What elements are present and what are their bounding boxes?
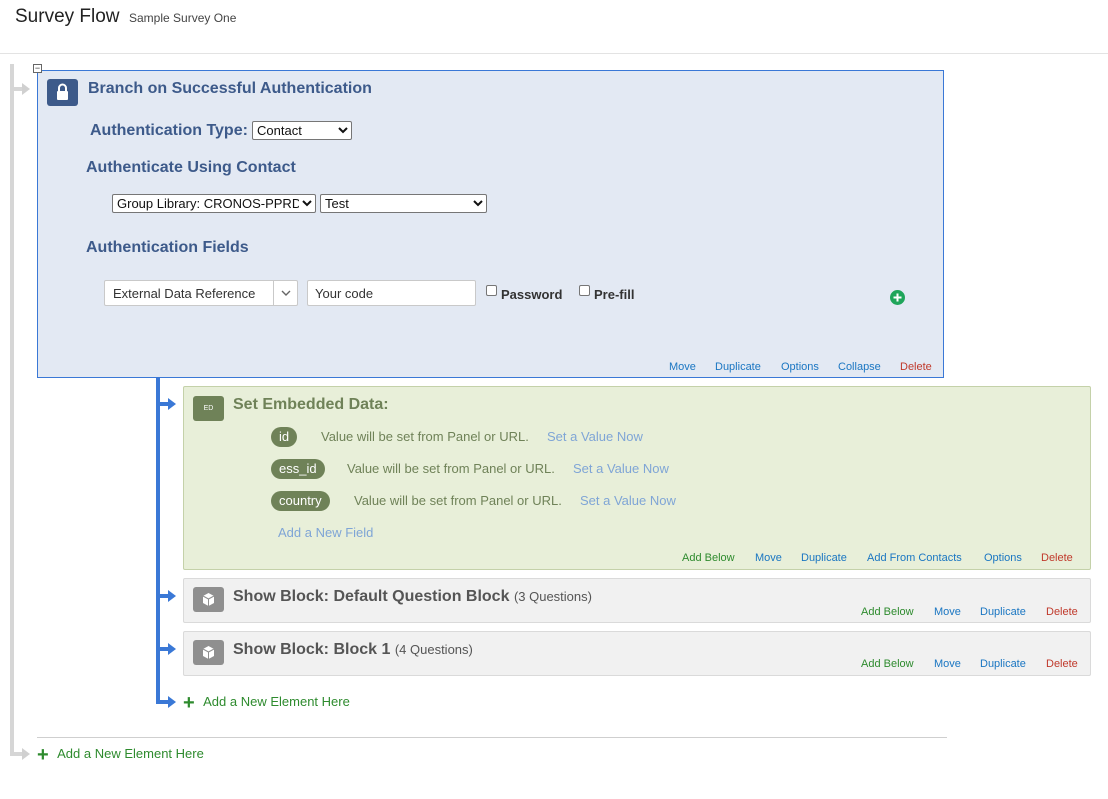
set-value-link[interactable]: Set a Value Now (573, 461, 669, 476)
block-move-link[interactable]: Move (934, 606, 961, 618)
block-add-below-link[interactable]: Add Below (861, 658, 914, 670)
add-new-field-link[interactable]: Add a New Field (278, 525, 373, 540)
add-field-plus-icon[interactable] (889, 289, 906, 306)
branch-move-link[interactable]: Move (669, 361, 696, 373)
inner-flow-connector-3 (156, 647, 168, 651)
collapse-toggle[interactable]: − (33, 64, 42, 73)
prefill-checkbox[interactable] (579, 285, 590, 296)
inner-flow-connector-2 (156, 594, 168, 598)
branch-badge (47, 79, 78, 106)
library-select[interactable]: Group Library: CRONOS-PPRD (112, 194, 316, 213)
outer-flow-line (10, 64, 14, 754)
add-element-inner-label: Add a New Element Here (203, 694, 350, 709)
embedded-field-name[interactable]: country (271, 491, 330, 511)
cube-icon (202, 593, 215, 606)
page-title: Survey Flow (15, 6, 120, 27)
cube-icon (202, 646, 215, 659)
auth-type-label: Authentication Type: (90, 122, 248, 139)
outer-flow-connector (10, 87, 22, 91)
branch-title: Branch on Successful Authentication (88, 80, 372, 97)
combo-divider (273, 281, 274, 305)
prefill-label: Pre-fill (594, 287, 635, 302)
lock-icon (57, 83, 68, 100)
block-title: Show Block: Default Question Block (3 Qu… (233, 588, 592, 606)
embedded-delete-link[interactable]: Delete (1041, 552, 1073, 564)
block-duplicate-link[interactable]: Duplicate (980, 658, 1026, 670)
block-move-link[interactable]: Move (934, 658, 961, 670)
outer-flow-connector-bottom (10, 752, 22, 756)
set-value-link[interactable]: Set a Value Now (547, 429, 643, 444)
auth-using-heading: Authenticate Using Contact (86, 159, 296, 176)
plus-icon: + (183, 692, 195, 714)
block-badge (193, 640, 224, 665)
password-checkbox[interactable] (486, 285, 497, 296)
block-question-count: (4 Questions) (394, 642, 473, 657)
inner-flow-line (156, 378, 160, 703)
survey-name: Sample Survey One (129, 11, 237, 25)
outer-flow-arrow-bottom (22, 748, 30, 760)
embedded-options-link[interactable]: Options (984, 552, 1022, 564)
branch-duplicate-link[interactable]: Duplicate (715, 361, 761, 373)
inner-flow-connector-4 (156, 700, 168, 704)
block-delete-link[interactable]: Delete (1046, 606, 1078, 618)
embedded-data-icon: ED (193, 396, 224, 421)
password-label: Password (501, 287, 563, 302)
plus-icon: + (37, 744, 49, 766)
auth-type-select[interactable]: Contact (252, 121, 352, 140)
add-from-contacts-link[interactable]: Add From Contacts (867, 552, 962, 564)
branch-collapse-link[interactable]: Collapse (838, 361, 881, 373)
embedded-field-value: Value will be set from Panel or URL. (321, 429, 529, 444)
embedded-field-name[interactable]: ess_id (271, 459, 325, 479)
add-element-inner[interactable]: + Add a New Element Here (183, 692, 350, 715)
inner-flow-arrow-1 (168, 398, 176, 410)
bottom-divider (37, 737, 947, 738)
auth-field-select-value: External Data Reference (113, 286, 256, 301)
block-delete-link[interactable]: Delete (1046, 658, 1078, 670)
embedded-duplicate-link[interactable]: Duplicate (801, 552, 847, 564)
embedded-data-title: Set Embedded Data: (233, 396, 389, 413)
embedded-move-link[interactable]: Move (755, 552, 782, 564)
auth-field-input[interactable]: Your code (307, 280, 476, 306)
outer-flow-arrow (22, 83, 30, 95)
inner-flow-connector-1 (156, 402, 168, 406)
chevron-down-icon[interactable] (277, 285, 295, 301)
block-title: Show Block: Block 1 (4 Questions) (233, 641, 473, 659)
branch-delete-link[interactable]: Delete (900, 361, 932, 373)
header-divider (0, 53, 1108, 54)
embedded-field-value: Value will be set from Panel or URL. (354, 493, 562, 508)
branch-options-link[interactable]: Options (781, 361, 819, 373)
add-element-outer-label: Add a New Element Here (57, 746, 204, 761)
set-value-link[interactable]: Set a Value Now (580, 493, 676, 508)
branch-element[interactable] (37, 70, 944, 378)
embedded-field-value: Value will be set from Panel or URL. (347, 461, 555, 476)
embedded-add-below-link[interactable]: Add Below (682, 552, 735, 564)
auth-fields-heading: Authentication Fields (86, 239, 249, 256)
contact-list-select[interactable]: Test (320, 194, 487, 213)
block-duplicate-link[interactable]: Duplicate (980, 606, 1026, 618)
add-element-outer[interactable]: + Add a New Element Here (37, 744, 204, 767)
block-title-text: Show Block: Block 1 (233, 641, 391, 658)
block-question-count: (3 Questions) (513, 589, 592, 604)
block-badge (193, 587, 224, 612)
auth-field-select[interactable]: External Data Reference (104, 280, 298, 306)
block-title-text: Show Block: Default Question Block (233, 588, 510, 605)
inner-flow-arrow-2 (168, 590, 176, 602)
block-add-below-link[interactable]: Add Below (861, 606, 914, 618)
inner-flow-arrow-3 (168, 643, 176, 655)
embedded-field-name[interactable]: id (271, 427, 298, 447)
inner-flow-arrow-4 (168, 696, 176, 708)
